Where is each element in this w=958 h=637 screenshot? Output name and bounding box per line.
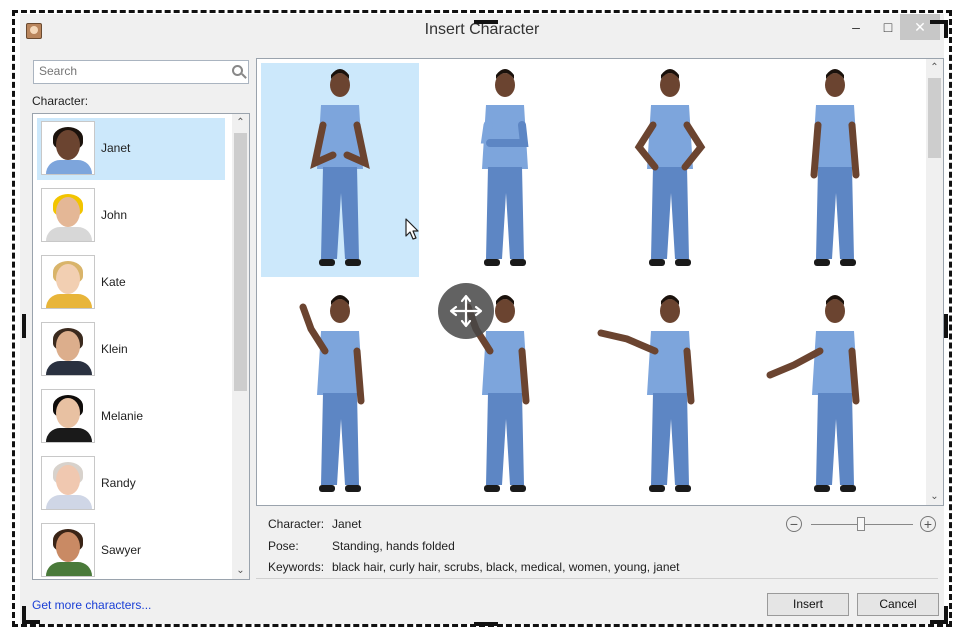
pose-thumbnail[interactable]	[756, 63, 914, 277]
resize-handle-bottom[interactable]	[474, 622, 498, 626]
cancel-button[interactable]: Cancel	[857, 593, 939, 616]
zoom-in-icon[interactable]: +	[920, 516, 936, 532]
character-name: Kate	[101, 275, 126, 289]
resize-handle-left[interactable]	[22, 314, 26, 338]
character-avatar	[41, 389, 95, 443]
resize-handle-top-right-arm	[944, 20, 948, 38]
pose-thumbnail[interactable]	[261, 63, 419, 277]
insert-button[interactable]: Insert	[767, 593, 849, 616]
zoom-control[interactable]: − +	[784, 516, 942, 536]
scroll-up-icon[interactable]: ⌃	[926, 59, 943, 76]
scrollbar-thumb[interactable]	[928, 78, 941, 158]
character-detail-value: Janet	[332, 517, 362, 531]
character-item-kate[interactable]: Kate	[37, 252, 225, 314]
pose-thumbnail[interactable]	[261, 289, 419, 503]
character-detail-label: Character:	[268, 517, 325, 531]
character-name: John	[101, 208, 128, 222]
pose-detail-value: Standing, hands folded	[332, 539, 455, 553]
scroll-up-icon[interactable]: ⌃	[232, 114, 249, 131]
scroll-down-icon[interactable]: ⌄	[926, 488, 943, 505]
pose-gallery-scrollbar[interactable]: ⌃ ⌄	[926, 59, 943, 505]
resize-handle-bottom-left-arm	[22, 606, 26, 624]
character-avatar	[41, 188, 95, 242]
scrollbar-thumb[interactable]	[234, 133, 247, 391]
character-avatar	[41, 121, 95, 175]
character-item-sawyer[interactable]: Sawyer	[37, 520, 225, 579]
resize-handle-top[interactable]	[474, 20, 498, 24]
character-item-john[interactable]: John	[37, 185, 225, 247]
character-item-randy[interactable]: Randy	[37, 453, 225, 515]
character-avatar	[41, 322, 95, 376]
character-name: Sawyer	[101, 543, 142, 557]
pose-detail-label: Pose:	[268, 539, 299, 553]
character-item-janet[interactable]: Janet	[37, 118, 225, 180]
close-button[interactable]: ✕	[900, 14, 940, 40]
pose-thumbnail[interactable]	[756, 289, 914, 503]
character-avatar	[41, 255, 95, 309]
pose-thumbnail[interactable]	[591, 63, 749, 277]
character-name: Janet	[101, 141, 131, 155]
character-avatar	[41, 456, 95, 510]
resize-handle-bottom-right-arm	[944, 606, 948, 624]
search-icon[interactable]	[232, 65, 243, 76]
zoom-out-icon[interactable]: −	[786, 516, 802, 532]
move-arrows-icon	[449, 294, 483, 328]
get-more-characters-link[interactable]: Get more characters...	[32, 598, 151, 612]
character-name: Melanie	[101, 409, 144, 423]
character-item-klein[interactable]: Klein	[37, 319, 225, 381]
move-handle[interactable]	[438, 283, 494, 339]
character-list[interactable]: Janet John Kate Klein Melanie Randy Sawyer ⌃ ⌄	[32, 113, 250, 580]
mouse-pointer-icon	[405, 218, 419, 240]
character-item-melanie[interactable]: Melanie	[37, 386, 225, 448]
pose-thumbnail[interactable]	[426, 63, 584, 277]
character-list-scrollbar[interactable]: ⌃ ⌄	[232, 114, 249, 579]
pose-gallery[interactable]: ⌃ ⌄	[256, 58, 944, 506]
character-avatar	[41, 523, 95, 577]
character-list-label: Character:	[32, 94, 89, 108]
footer-divider	[256, 578, 938, 579]
character-name: Klein	[101, 342, 128, 356]
pose-thumbnail[interactable]	[591, 289, 749, 503]
title-bar[interactable]: Insert Character – □ ✕	[20, 14, 944, 46]
resize-handle-right[interactable]	[944, 314, 948, 338]
character-name: Randy	[101, 476, 136, 490]
zoom-slider-thumb[interactable]	[857, 517, 865, 531]
keywords-detail-label: Keywords:	[268, 560, 325, 574]
keywords-detail-value: black hair, curly hair, scrubs, black, m…	[332, 560, 680, 574]
scroll-down-icon[interactable]: ⌄	[232, 562, 249, 579]
search-input[interactable]	[34, 61, 224, 81]
search-box[interactable]	[33, 60, 249, 84]
